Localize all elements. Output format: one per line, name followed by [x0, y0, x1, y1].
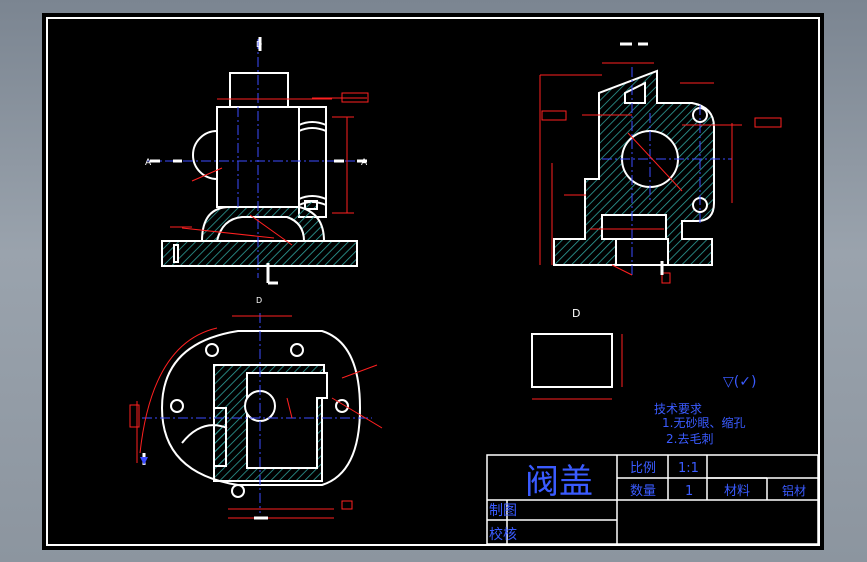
section-d-bottom-label: D: [256, 296, 262, 305]
quantity-label: 数量: [630, 484, 656, 499]
scale-label: 比例: [630, 461, 656, 476]
detail-view-rect: [531, 333, 613, 388]
part-name: 阀盖: [525, 462, 593, 502]
checked-by-label: 校核: [489, 526, 517, 543]
section-arrow-icon: [140, 457, 148, 465]
section-a-right-label: A: [361, 158, 368, 168]
tech-requirement-1: 1.无砂眼、缩孔: [662, 415, 745, 430]
section-a-left-label: A: [145, 158, 152, 168]
tech-requirements-title: 技术要求: [654, 402, 702, 416]
side-section-view: [553, 69, 715, 266]
tech-requirement-2: 2.去毛刺: [666, 432, 713, 446]
top-view: [160, 330, 362, 498]
cad-canvas[interactable]: A A D D D ▽(✓) 技术要求 1.无砂眼、缩孔 2.去毛刺 阀盖 比例…: [42, 13, 824, 550]
section-d-top-label: D: [256, 40, 262, 49]
material-label: 材料: [724, 484, 750, 499]
drawn-by-label: 制图: [489, 503, 517, 519]
scale-value: 1:1: [678, 461, 699, 476]
quantity-value: 1: [685, 484, 693, 499]
drawing-frame: [46, 17, 820, 546]
front-view: [161, 72, 358, 267]
detail-view-label: D: [572, 307, 580, 320]
material-value: 铝材: [782, 483, 806, 498]
detail-view-dimensions: [532, 334, 623, 400]
roughness-symbol: ▽(✓): [723, 374, 756, 390]
